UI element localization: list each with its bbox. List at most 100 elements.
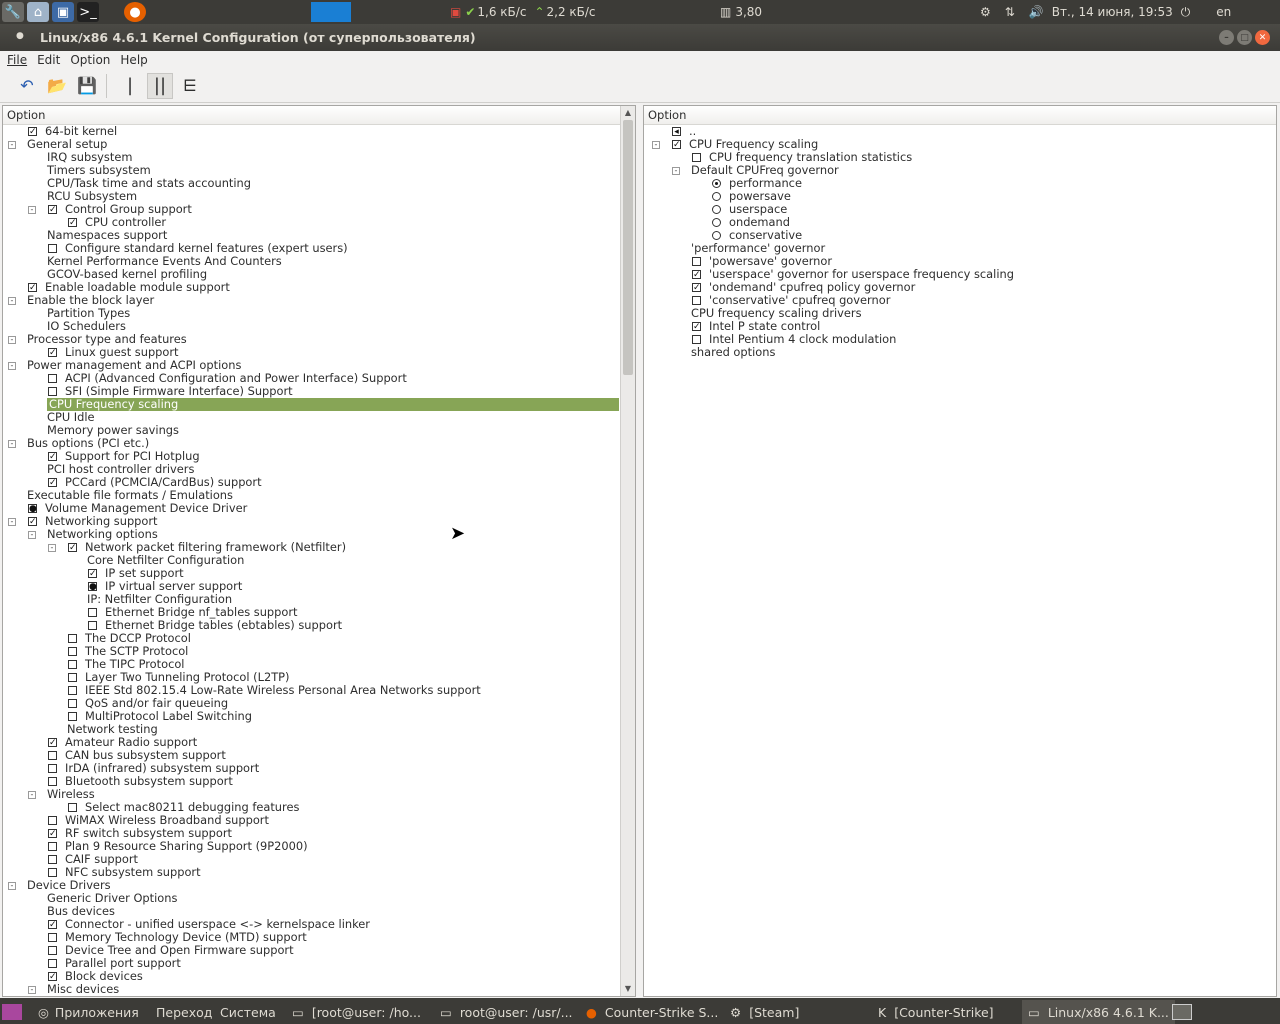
network-icon[interactable]: ⇅ xyxy=(1005,5,1015,19)
keyboard-layout[interactable]: en xyxy=(1216,5,1231,19)
checkbox[interactable] xyxy=(692,296,701,305)
checkbox[interactable]: ✓ xyxy=(28,127,37,137)
collapse-toggle-icon[interactable]: - xyxy=(28,986,36,994)
checkbox[interactable]: ✓ xyxy=(28,517,37,527)
checkbox[interactable]: ✓ xyxy=(692,322,701,332)
checkbox[interactable]: ✓ xyxy=(28,283,37,293)
checkbox[interactable] xyxy=(48,959,57,968)
blue-indicator[interactable] xyxy=(311,2,351,22)
checkbox[interactable] xyxy=(48,244,57,253)
scroll-up-icon[interactable]: ▲ xyxy=(621,108,635,120)
open-folder-icon[interactable]: 📂 xyxy=(44,73,70,99)
radio-button[interactable] xyxy=(712,231,721,240)
checkbox[interactable] xyxy=(68,686,77,695)
full-view-icon[interactable]: ⋿ xyxy=(177,73,203,99)
checkbox[interactable]: ✓ xyxy=(68,543,77,553)
checkbox[interactable]: ✓ xyxy=(48,829,57,839)
checkbox[interactable]: ✓ xyxy=(48,920,57,930)
radio-button[interactable] xyxy=(712,179,721,188)
terminal-icon[interactable]: >_ xyxy=(77,2,99,22)
task-counter-strike[interactable]: K [Counter-Strike] xyxy=(878,1000,994,1024)
power-icon[interactable]: ⏻ xyxy=(1181,5,1191,20)
collapse-toggle-icon[interactable]: - xyxy=(8,362,16,370)
tree-item[interactable]: shared options xyxy=(644,346,1276,359)
checkbox[interactable]: ✓ xyxy=(88,569,97,579)
datetime[interactable]: Вт., 14 июня, 19:53 xyxy=(1052,5,1173,19)
scroll-down-icon[interactable]: ▼ xyxy=(621,984,635,996)
checkbox[interactable] xyxy=(48,374,57,383)
menu-help[interactable]: Help xyxy=(120,53,147,67)
split-view-icon[interactable]: || xyxy=(147,72,173,99)
task-terminal-1[interactable]: ▭ [root@user: /ho... xyxy=(292,1000,421,1024)
checkbox[interactable] xyxy=(48,868,57,877)
checkbox[interactable]: ● xyxy=(88,582,97,592)
collapse-toggle-icon[interactable]: - xyxy=(8,882,16,890)
checkbox[interactable] xyxy=(48,387,57,396)
left-scrollbar[interactable]: ▲ ▼ xyxy=(620,106,635,996)
checkbox[interactable] xyxy=(68,712,77,721)
checkbox[interactable]: ● xyxy=(28,504,37,514)
tree-item[interactable]: ✓ IP set support xyxy=(3,567,635,580)
checkbox[interactable] xyxy=(48,816,57,825)
menu-option[interactable]: Option xyxy=(70,53,110,67)
task-kernel-config[interactable]: ▭ Linux/x86 4.6.1 K... xyxy=(1022,1000,1175,1024)
task-terminal-2[interactable]: ▭ root@user: /usr/... xyxy=(440,1000,573,1024)
checkbox[interactable] xyxy=(692,335,701,344)
tree-item[interactable]: Core Netfilter Configuration xyxy=(3,554,635,567)
task-steam[interactable]: ⚙ [Steam] xyxy=(730,1000,799,1024)
collapse-toggle-icon[interactable]: - xyxy=(8,141,16,149)
window-titlebar[interactable]: ● Linux/x86 4.6.1 Kernel Configuration (… xyxy=(0,24,1280,51)
checkbox[interactable] xyxy=(48,946,57,955)
radio-button[interactable] xyxy=(712,192,721,201)
menu-file[interactable]: File xyxy=(7,53,27,67)
checkbox[interactable]: ✓ xyxy=(672,140,681,150)
checkbox[interactable] xyxy=(68,634,77,643)
workspace-switcher[interactable] xyxy=(1172,1000,1192,1024)
checkbox[interactable] xyxy=(48,933,57,942)
checkbox[interactable]: ✓ xyxy=(48,452,57,462)
virtualbox-icon[interactable]: ▣ xyxy=(52,2,74,22)
checkbox[interactable]: ◂ xyxy=(672,127,681,137)
close-button[interactable]: ✕ xyxy=(1255,30,1270,45)
collapse-toggle-icon[interactable]: - xyxy=(8,297,16,305)
checkbox[interactable] xyxy=(68,673,77,682)
steam-tray-icon[interactable]: ⚙ xyxy=(980,5,991,19)
single-view-icon[interactable]: | xyxy=(117,73,143,99)
left-column-header[interactable]: Option xyxy=(3,106,635,125)
checkbox[interactable] xyxy=(88,621,97,630)
tree-item-selected[interactable]: CPU Frequency scaling xyxy=(3,398,635,411)
radio-button[interactable] xyxy=(712,205,721,214)
show-desktop-icon[interactable] xyxy=(2,1000,22,1024)
checkbox[interactable] xyxy=(48,764,57,773)
checkbox[interactable] xyxy=(48,855,57,864)
checkbox[interactable] xyxy=(692,153,701,162)
checkbox[interactable] xyxy=(68,803,77,812)
radio-button[interactable] xyxy=(712,218,721,227)
checkbox[interactable]: ✓ xyxy=(692,283,701,293)
checkbox[interactable] xyxy=(68,699,77,708)
files-icon[interactable]: ⌂ xyxy=(27,2,49,22)
tree-item[interactable]: Bluetooth subsystem support xyxy=(3,775,635,788)
tools-icon[interactable]: 🔧 xyxy=(2,2,24,22)
checkbox[interactable]: ✓ xyxy=(692,270,701,280)
checkbox[interactable] xyxy=(48,842,57,851)
maximize-button[interactable]: □ xyxy=(1237,30,1252,45)
checkbox[interactable]: ✓ xyxy=(48,205,57,215)
save-icon[interactable]: 💾 xyxy=(74,73,100,99)
cpu-indicator[interactable]: ▥ 3,80 xyxy=(720,0,762,24)
checkbox[interactable] xyxy=(68,647,77,656)
checkbox[interactable] xyxy=(48,777,57,786)
menu-edit[interactable]: Edit xyxy=(37,53,60,67)
checkbox[interactable]: ✓ xyxy=(48,738,57,748)
volume-icon[interactable]: 🔊 xyxy=(1029,5,1044,19)
apps-menu[interactable]: ◎ Приложения xyxy=(38,1000,139,1024)
right-column-header[interactable]: Option xyxy=(644,106,1276,125)
places-menu[interactable]: Переход xyxy=(156,1000,212,1024)
task-firefox[interactable]: ● Counter-Strike S... xyxy=(586,1000,718,1024)
undo-icon[interactable]: ↶ xyxy=(14,73,40,99)
collapse-toggle-icon[interactable]: - xyxy=(28,206,36,214)
minimize-button[interactable]: – xyxy=(1219,30,1234,45)
collapse-toggle-icon[interactable]: - xyxy=(28,531,36,539)
collapse-toggle-icon[interactable]: - xyxy=(8,518,16,526)
system-menu[interactable]: Система xyxy=(220,1000,276,1024)
